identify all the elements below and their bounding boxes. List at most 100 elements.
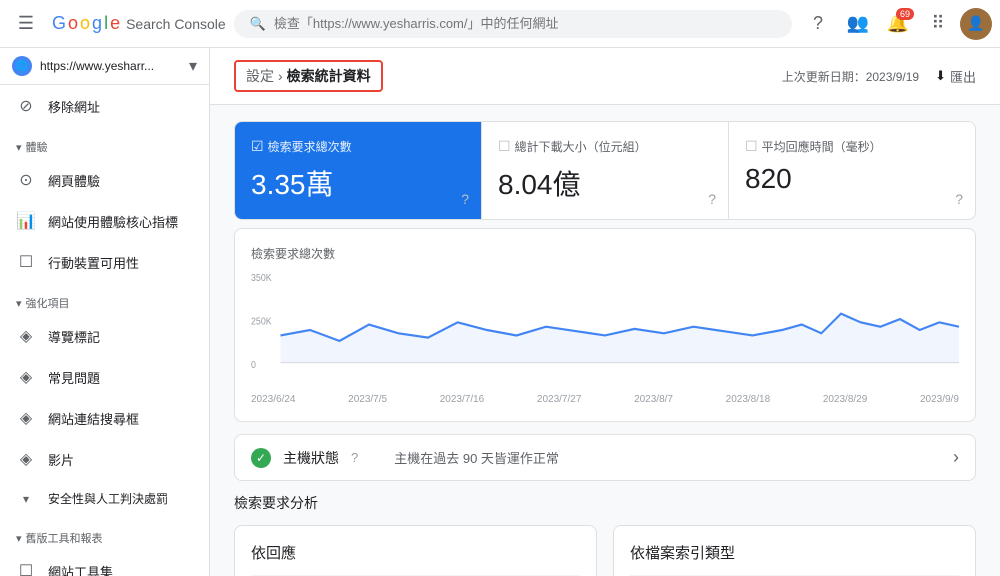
sidebar-item-faq[interactable]: ◈ 常見問題 [0,357,201,397]
analysis-card-type: 依檔案索引類型 HTML 😊 HARRIS先生 [613,525,976,576]
analysis-card-title-type: 依檔案索引類型 [630,542,959,563]
breadcrumb: 設定 › 檢索統計資料 [234,60,383,92]
sidebar-item-tools[interactable]: ☐ 網站工具集 [0,551,201,576]
app-name: Search Console [126,16,226,32]
site-favicon: 🌐 [12,56,32,76]
analysis-card-response: 依回應 OK (200) 67% [234,525,597,576]
status-dot: ✓ [251,448,271,468]
status-description: 主機在過去 90 天皆運作正常 [394,448,941,467]
mobile-icon: ☐ [16,252,36,272]
sidebar-item-label: 導覽標記 [48,327,100,346]
chart-label-7: 2023/9/9 [920,394,959,405]
stat-card-requests[interactable]: ☑ 檢索要求總次數 3.35萬 ? [235,122,482,219]
apps-icon[interactable]: ⠿ [920,6,956,42]
chart-label-0: 2023/6/24 [251,394,296,405]
sidebar-item-label: 安全性與人工判決處罰 [48,490,168,507]
layout: 🌐 https://www.yesharr... ▾ ⊘ 移除網址 ▾ 體驗 ⊙… [0,48,1000,576]
sidebar-item-label: 網頁體驗 [48,171,100,190]
download-icon: ⬇ [935,68,946,84]
sidebar-item-label: 影片 [48,450,74,469]
status-info-icon[interactable]: ? [351,450,358,465]
stat-label-requests: ☑ 檢索要求總次數 [251,138,465,155]
stat-card-download[interactable]: ☐ 總計下載大小（位元組） 8.04億 ? [482,122,729,219]
svg-text:250K: 250K [251,316,272,327]
sidebar-item-cwv[interactable]: 📊 網站使用體驗核心指標 [0,201,201,241]
stat-label-response: ☐ 平均回應時間（毫秒） [745,138,959,155]
web-vitals-icon: ⊙ [16,170,36,190]
sidebar-item-web-vitals[interactable]: ⊙ 網頁體驗 [0,160,201,200]
sidebar-item-video[interactable]: ◈ 影片 [0,439,201,479]
analysis-cards: 依回應 OK (200) 67% 依檔案索引類型 HTML [234,525,976,576]
stat-value-requests: 3.35萬 [251,163,465,203]
avatar[interactable]: 👤 [960,8,992,40]
stat-label-download: ☐ 總計下載大小（位元組） [498,138,712,155]
chart-label-5: 2023/8/18 [726,394,771,405]
sidebar-item-label: 移除網址 [48,97,100,116]
status-chevron-right-icon[interactable]: › [953,447,959,468]
analysis-card-title-response: 依回應 [251,542,580,563]
breadcrumb-arrow: › [278,68,283,84]
chart-section: 檢索要求總次數 350K 250K 0 2023/6/24 2023/7/5 [234,228,976,422]
chart-container: 350K 250K 0 [251,270,959,390]
sidebar-item-mobile[interactable]: ☐ 行動裝置可用性 [0,242,201,282]
google-logo: Google Search Console [52,13,226,34]
sidebar: 🌐 https://www.yesharr... ▾ ⊘ 移除網址 ▾ 體驗 ⊙… [0,48,210,576]
search-bar[interactable]: 🔍 [234,10,792,38]
sidebar-item-label: 行動裝置可用性 [48,253,139,272]
info-icon-2[interactable]: ? [708,191,716,207]
people-icon[interactable]: 👥 [840,6,876,42]
export-label: 匯出 [950,67,976,86]
export-button[interactable]: ⬇ 匯出 [935,67,976,86]
chart-label-6: 2023/8/29 [823,394,868,405]
stat-value-response: 820 [745,163,959,195]
chart-label-1: 2023/7/5 [348,394,387,405]
breadcrumb-current: 檢索統計資料 [287,66,371,86]
section-arrow: ▾ [16,532,22,545]
search-input[interactable] [274,16,776,31]
video-icon: ◈ [16,449,36,469]
last-updated: 上次更新日期：2023/9/19 [782,68,919,85]
info-icon-1[interactable]: ? [461,191,469,207]
sidebar-item-remove[interactable]: ⊘ 移除網址 [0,86,201,126]
remove-icon: ⊘ [16,96,36,116]
sidebar-section-tools: ▾ 舊版工具和報表 [0,518,209,550]
stats-section: ☑ 檢索要求總次數 3.35萬 ? ☐ 總計下載大小（位元組） 8.04億 ? [210,105,1000,228]
section-arrow: ▾ [16,141,22,154]
site-selector[interactable]: 🌐 https://www.yesharr... ▾ [0,48,209,85]
breadcrumb-setting: 設定 [246,66,274,86]
breadcrumb-icon: ◈ [16,326,36,346]
analysis-title: 檢索要求分析 [234,493,976,513]
analysis-section: 檢索要求分析 依回應 OK (200) 67% 依檔案 [210,493,1000,576]
sidebar-item-label: 常見問題 [48,368,100,387]
sidebar-item-label: 網站使用體驗核心指標 [48,212,178,231]
chart-label-3: 2023/7/27 [537,394,582,405]
help-icon[interactable]: ? [800,6,836,42]
site-name: https://www.yesharr... [40,59,181,73]
sidebar-item-security[interactable]: ▾ 安全性與人工判決處罰 [0,480,201,517]
sidebar-section-enhancements: ▾ 強化項目 [0,283,209,315]
sidebar-item-sitelinks[interactable]: ◈ 網站連結搜尋框 [0,398,201,438]
chart-svg: 350K 250K 0 [251,270,959,390]
sitelinks-icon: ◈ [16,408,36,428]
cwv-icon: 📊 [16,211,36,231]
security-icon: ▾ [16,492,36,506]
menu-icon[interactable]: ☰ [8,6,44,42]
sidebar-section-experience: ▾ 體驗 [0,127,209,159]
chart-label-4: 2023/8/7 [634,394,673,405]
stat-card-response[interactable]: ☐ 平均回應時間（毫秒） 820 ? [729,122,975,219]
chart-title: 檢索要求總次數 [251,245,959,262]
sidebar-item-label: 網站連結搜尋框 [48,409,139,428]
status-bar[interactable]: ✓ 主機狀態 ? 主機在過去 90 天皆運作正常 › [234,434,976,481]
stats-cards: ☑ 檢索要求總次數 3.35萬 ? ☐ 總計下載大小（位元組） 8.04億 ? [234,121,976,220]
info-icon-3[interactable]: ? [955,191,963,207]
svg-text:0: 0 [251,360,256,371]
topbar-actions: ? 👥 🔔 69 ⠿ 👤 [800,6,992,42]
sidebar-item-breadcrumb[interactable]: ◈ 導覽標記 [0,316,201,356]
stat-value-download: 8.04億 [498,163,712,203]
section-arrow: ▾ [16,297,22,310]
sidebar-item-label: 網站工具集 [48,562,113,576]
site-dropdown-icon[interactable]: ▾ [189,56,197,76]
notifications-icon[interactable]: 🔔 69 [880,6,916,42]
tools-icon: ☐ [16,561,36,576]
faq-icon: ◈ [16,367,36,387]
